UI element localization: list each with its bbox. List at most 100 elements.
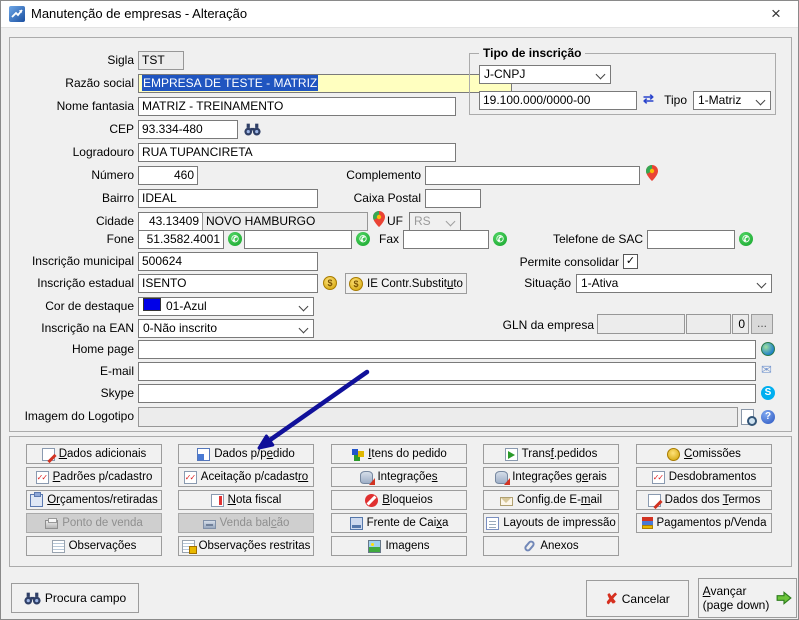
printer-icon bbox=[45, 520, 58, 529]
permite-consolidar-checkbox[interactable]: ✓ bbox=[623, 254, 638, 269]
button-label: Aceitação p/cadastro bbox=[201, 471, 308, 483]
tipo-matriz-combo[interactable]: 1-Matriz bbox=[693, 91, 771, 110]
nome-fantasia-field[interactable]: MATRIZ - TREINAMENTO bbox=[138, 97, 456, 116]
fone-field[interactable]: 51.3582.4001 bbox=[138, 230, 224, 249]
gln-label: GLN da empresa bbox=[469, 316, 594, 335]
situacao-combo[interactable]: 1-Ativa bbox=[576, 274, 772, 293]
button-label: Dados p/pedido bbox=[214, 448, 295, 460]
home-page-field[interactable] bbox=[138, 340, 756, 359]
whatsapp-icon[interactable]: ✆ bbox=[493, 232, 507, 246]
gln-field-2 bbox=[686, 314, 731, 334]
cidade-codigo-field[interactable]: 43.13409 bbox=[138, 212, 203, 231]
caixa-postal-field[interactable] bbox=[425, 189, 481, 208]
grid-button-orcamentos-retiradas[interactable]: Orçamentos/retiradas bbox=[26, 490, 162, 510]
tipo-documento-combo[interactable]: J-CNPJ bbox=[479, 65, 611, 84]
ie-contr-substituto-button[interactable]: $ IE Contr.Substituto bbox=[345, 273, 467, 294]
logradouro-field[interactable]: RUA TUPANCIRETA bbox=[138, 143, 456, 162]
button-label: Bloqueios bbox=[382, 494, 433, 506]
cancelar-button[interactable]: ✘ Cancelar bbox=[586, 580, 689, 617]
complemento-field[interactable] bbox=[425, 166, 640, 185]
grid-button-config-email[interactable]: Config.de E-mail bbox=[483, 490, 619, 510]
cubes-icon bbox=[351, 448, 364, 461]
email-field[interactable] bbox=[138, 362, 756, 381]
cnpj-field[interactable]: 19.100.000/0000-00 bbox=[479, 91, 637, 110]
fax-field[interactable] bbox=[403, 230, 489, 249]
grid-button-imagens[interactable]: Imagens bbox=[331, 536, 467, 556]
skype-icon[interactable]: S bbox=[761, 386, 775, 400]
button-label: Cancelar bbox=[622, 592, 670, 606]
grid-button-nota-fiscal[interactable]: Nota fiscal bbox=[178, 490, 314, 510]
database-icon bbox=[495, 471, 508, 484]
grid-button-dados-p-pedido[interactable]: Dados p/pedido bbox=[178, 444, 314, 464]
grid-button-transf-pedidos[interactable]: Transf.pedidos bbox=[483, 444, 619, 464]
avancar-button[interactable]: Avançar (page down) bbox=[698, 578, 797, 618]
button-label: Itens do pedido bbox=[368, 448, 447, 460]
grid-button-integracoes[interactable]: Integrações bbox=[331, 467, 467, 487]
envelope-icon[interactable]: ✉ bbox=[761, 363, 772, 377]
logradouro-label: Logradouro bbox=[9, 143, 134, 162]
receita-federal-icon[interactable]: ⇄ bbox=[643, 91, 654, 107]
grid-button-integracoes-gerais[interactable]: Integrações gerais bbox=[483, 467, 619, 487]
database-icon bbox=[360, 471, 373, 484]
close-icon[interactable]: × bbox=[764, 3, 788, 25]
globe-icon[interactable] bbox=[761, 342, 775, 356]
grid-button-desdobramentos[interactable]: Desdobramentos bbox=[636, 467, 772, 487]
tipo-inscricao-title: Tipo de inscrição bbox=[479, 47, 585, 60]
grid-button-dados-adicionais[interactable]: Dados adicionais bbox=[26, 444, 162, 464]
grid-button-anexos[interactable]: Anexos bbox=[483, 536, 619, 556]
button-label: IE Contr.Substituto bbox=[367, 278, 463, 290]
sigla-field[interactable]: TST bbox=[138, 51, 184, 70]
situacao-label: Situação bbox=[471, 274, 571, 293]
inscricao-ean-combo[interactable]: 0-Não inscrito bbox=[138, 319, 314, 338]
sintegra-coin-icon[interactable]: $ bbox=[323, 276, 337, 290]
cep-search-binoculars-icon[interactable] bbox=[244, 123, 261, 136]
cash-drawer-icon bbox=[203, 520, 216, 529]
green-arrow-icon bbox=[776, 591, 792, 605]
button-label: Observações bbox=[69, 540, 137, 552]
procura-campo-button[interactable]: Procura campo bbox=[11, 583, 139, 613]
cidade-label: Cidade bbox=[9, 212, 134, 231]
preview-magnifier-icon[interactable] bbox=[741, 409, 754, 425]
cep-field[interactable]: 93.334-480 bbox=[138, 120, 238, 139]
razao-social-field[interactable]: EMPRESA DE TESTE - MATRIZ bbox=[138, 74, 512, 93]
map-pin-icon[interactable] bbox=[646, 165, 658, 181]
button-label: Ponto de venda bbox=[62, 517, 143, 529]
numero-field[interactable]: 460 bbox=[138, 166, 198, 185]
gln-browse-button[interactable]: ... bbox=[751, 314, 773, 334]
email-label: E-mail bbox=[9, 362, 134, 381]
grid-button-aceitacao-p-cadastro[interactable]: Aceitação p/cadastro bbox=[178, 467, 314, 487]
button-label: Transf.pedidos bbox=[522, 448, 598, 460]
button-label: Procura campo bbox=[45, 591, 126, 605]
inscricao-estadual-field[interactable]: ISENTO bbox=[138, 274, 318, 293]
grid-button-dados-termos[interactable]: Dados dos Termos bbox=[636, 490, 772, 510]
grid-button-pagamentos-p-venda[interactable]: Pagamentos p/Venda bbox=[636, 513, 772, 533]
button-label: Dados dos Termos bbox=[665, 494, 761, 506]
telefone-sac-label: Telefone de SAC bbox=[537, 230, 643, 249]
cor-destaque-combo[interactable]: 01-Azul bbox=[138, 297, 314, 316]
no-entry-icon bbox=[365, 494, 378, 507]
grid-button-comissoes[interactable]: Comissões bbox=[636, 444, 772, 464]
checklist-icon bbox=[36, 471, 49, 484]
grid-button-itens-do-pedido[interactable]: Itens do pedido bbox=[331, 444, 467, 464]
fone2-field[interactable] bbox=[244, 230, 352, 249]
grid-button-observacoes-restritas[interactable]: Observações restritas bbox=[178, 536, 314, 556]
grid-button-observacoes[interactable]: Observações bbox=[26, 536, 162, 556]
whatsapp-icon[interactable]: ✆ bbox=[228, 232, 242, 246]
grid-button-layouts-impressao[interactable]: Layouts de impressão bbox=[483, 513, 619, 533]
notepad-lock-icon bbox=[182, 540, 195, 553]
skype-field[interactable] bbox=[138, 384, 756, 403]
clipboard-icon bbox=[30, 494, 43, 507]
grid-button-frente-de-caixa[interactable]: Frente de Caixa bbox=[331, 513, 467, 533]
button-label: Padrões p/cadastro bbox=[53, 471, 153, 483]
inscricao-municipal-field[interactable]: 500624 bbox=[138, 252, 318, 271]
bairro-field[interactable]: IDEAL bbox=[138, 189, 318, 208]
grid-button-bloqueios[interactable]: Bloqueios bbox=[331, 490, 467, 510]
grid-button-padroes-p-cadastro[interactable]: Padrões p/cadastro bbox=[26, 467, 162, 487]
inscricao-municipal-label: Inscrição municipal bbox=[9, 252, 134, 271]
help-icon[interactable]: ? bbox=[761, 410, 775, 424]
checklist-icon bbox=[184, 471, 197, 484]
gln-field-1 bbox=[597, 314, 685, 334]
whatsapp-icon[interactable]: ✆ bbox=[739, 232, 753, 246]
telefone-sac-field[interactable] bbox=[647, 230, 735, 249]
logotipo-field[interactable] bbox=[138, 407, 738, 427]
